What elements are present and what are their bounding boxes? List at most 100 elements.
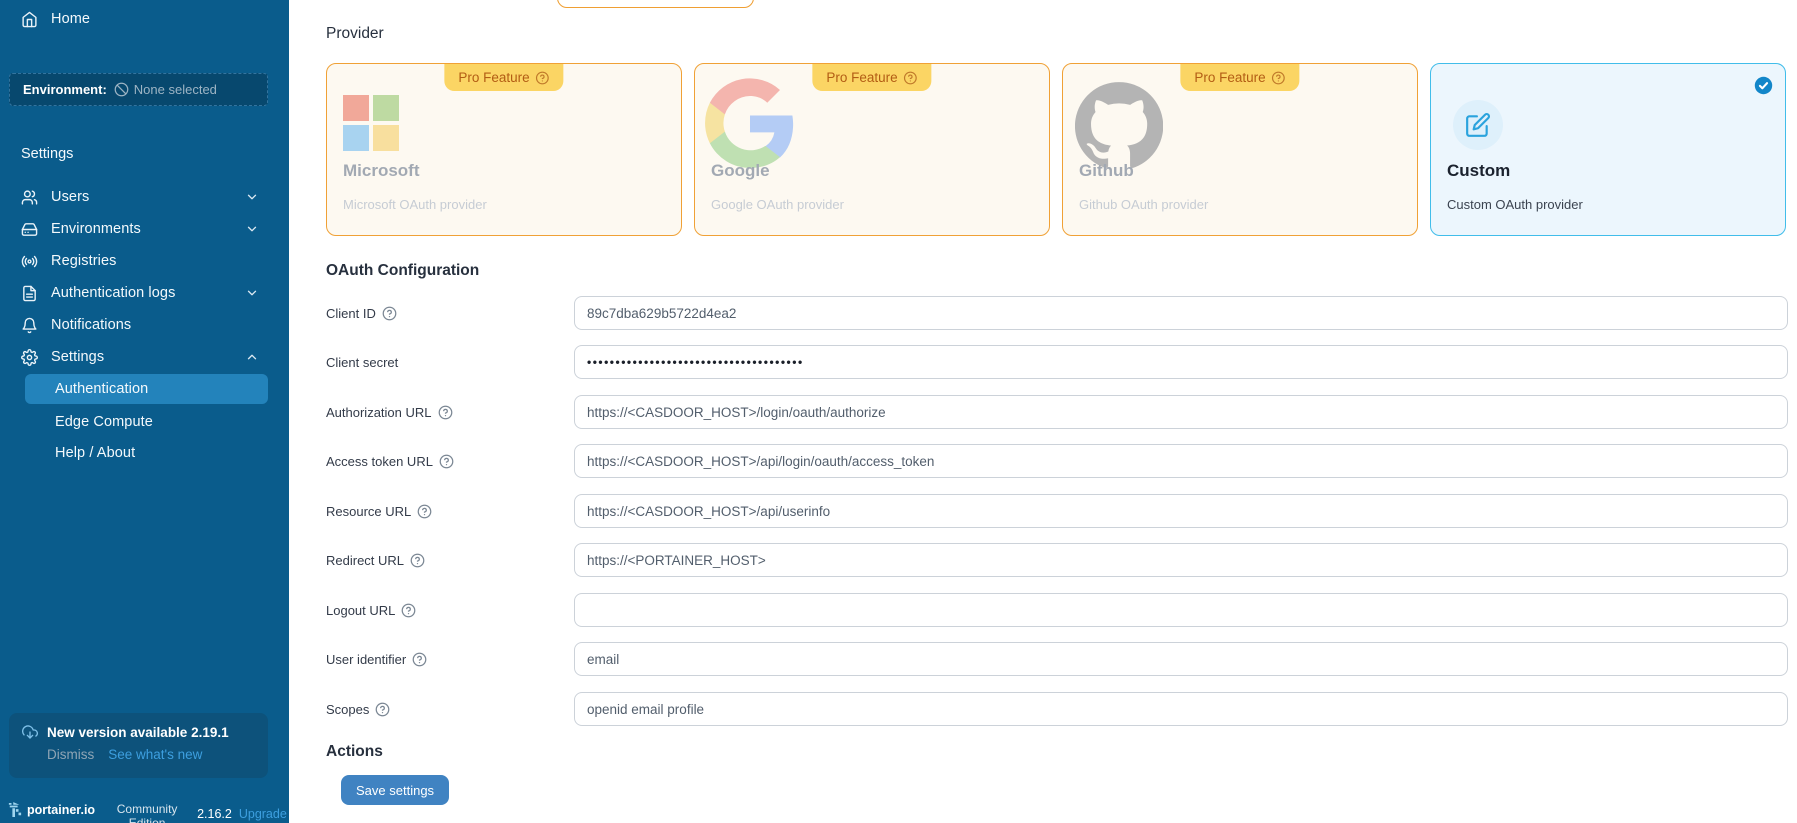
chevron-down-icon bbox=[245, 286, 259, 300]
card-subtitle: Github OAuth provider bbox=[1079, 197, 1208, 212]
microsoft-logo bbox=[343, 95, 399, 151]
main-content: Provider Pro Feature Microsoft Microsoft… bbox=[289, 0, 1797, 823]
sidebar-item-label: Settings bbox=[51, 349, 104, 365]
help-icon[interactable] bbox=[438, 405, 453, 420]
help-icon[interactable] bbox=[536, 71, 550, 85]
version-label: 2.16.2 bbox=[197, 807, 232, 821]
field-label: Access token URL bbox=[326, 454, 433, 469]
card-title: Microsoft bbox=[343, 161, 420, 181]
field-row-client-id: Client ID bbox=[326, 296, 1788, 330]
user-identifier-input[interactable] bbox=[574, 642, 1788, 676]
field-row-logout-url: Logout URL bbox=[326, 593, 1788, 627]
custom-edit-icon bbox=[1453, 100, 1503, 150]
scopes-input[interactable] bbox=[574, 692, 1788, 726]
field-label: Resource URL bbox=[326, 504, 411, 519]
help-icon[interactable] bbox=[375, 702, 390, 717]
oauth-tab-cropped[interactable] bbox=[557, 0, 754, 8]
logout-url-input[interactable] bbox=[574, 593, 1788, 627]
whats-new-link[interactable]: See what's new bbox=[108, 747, 202, 762]
provider-card-google[interactable]: Pro Feature Google Google OAuth provider bbox=[694, 63, 1050, 236]
sidebar-item-registries[interactable]: Registries bbox=[0, 246, 289, 276]
sidebar-subitem-edge-compute[interactable]: Edge Compute bbox=[25, 407, 268, 437]
card-title: Github bbox=[1079, 161, 1134, 181]
sidebar-item-label: Users bbox=[51, 189, 89, 205]
provider-card-microsoft[interactable]: Pro Feature Microsoft Microsoft OAuth pr… bbox=[326, 63, 682, 236]
save-settings-button[interactable]: Save settings bbox=[341, 775, 449, 805]
sidebar-item-users[interactable]: Users bbox=[0, 182, 289, 212]
client-secret-input[interactable] bbox=[574, 345, 1788, 379]
selected-check-icon bbox=[1754, 76, 1773, 95]
users-icon bbox=[21, 189, 38, 206]
sidebar-item-environments[interactable]: Environments bbox=[0, 214, 289, 244]
chevron-up-icon bbox=[245, 350, 259, 364]
field-label: Client ID bbox=[326, 306, 376, 321]
pro-feature-badge: Pro Feature bbox=[1180, 64, 1299, 91]
chevron-down-icon bbox=[245, 222, 259, 236]
access-token-url-input[interactable] bbox=[574, 444, 1788, 478]
help-icon[interactable] bbox=[417, 504, 432, 519]
sidebar-item-label: Authentication logs bbox=[51, 285, 175, 301]
update-message: New version available 2.19.1 bbox=[47, 725, 229, 740]
gear-icon bbox=[21, 349, 38, 366]
card-subtitle: Custom OAuth provider bbox=[1447, 197, 1583, 212]
chevron-down-icon bbox=[245, 190, 259, 204]
environment-label: Environment: bbox=[23, 82, 107, 97]
help-icon[interactable] bbox=[410, 553, 425, 568]
portainer-brand[interactable]: portainer.io bbox=[8, 802, 95, 818]
provider-card-github[interactable]: Pro Feature Github Github OAuth provider bbox=[1062, 63, 1418, 236]
field-row-resource-url: Resource URL bbox=[326, 494, 1788, 528]
authorization-url-input[interactable] bbox=[574, 395, 1788, 429]
field-row-authorization-url: Authorization URL bbox=[326, 395, 1788, 429]
sidebar: Home Environment: None selected Settings… bbox=[0, 0, 289, 823]
portainer-app: Home Environment: None selected Settings… bbox=[0, 0, 1797, 823]
field-label: Scopes bbox=[326, 702, 369, 717]
dismiss-link[interactable]: Dismiss bbox=[47, 747, 94, 762]
field-label: Logout URL bbox=[326, 603, 395, 618]
sidebar-item-label: Notifications bbox=[51, 317, 131, 333]
brand-label: portainer.io bbox=[27, 803, 95, 817]
google-logo bbox=[705, 78, 795, 168]
help-icon[interactable] bbox=[401, 603, 416, 618]
sidebar-subitem-help-about[interactable]: Help / About bbox=[25, 438, 268, 468]
card-subtitle: Google OAuth provider bbox=[711, 197, 844, 212]
help-icon[interactable] bbox=[904, 71, 918, 85]
sidebar-section-settings: Settings bbox=[21, 146, 73, 162]
sidebar-item-authentication-logs[interactable]: Authentication logs bbox=[0, 278, 289, 308]
sidebar-footer: portainer.io Community Edition 2.16.2 Up… bbox=[0, 802, 289, 823]
help-icon[interactable] bbox=[382, 306, 397, 321]
sidebar-item-label: Help / About bbox=[55, 445, 135, 461]
provider-cards: Pro Feature Microsoft Microsoft OAuth pr… bbox=[326, 63, 1786, 236]
hard-drive-icon bbox=[21, 221, 38, 238]
actions-heading: Actions bbox=[326, 743, 383, 761]
field-row-access-token-url: Access token URL bbox=[326, 444, 1788, 478]
sidebar-item-label: Environments bbox=[51, 221, 141, 237]
help-icon[interactable] bbox=[439, 454, 454, 469]
card-subtitle: Microsoft OAuth provider bbox=[343, 197, 487, 212]
client-id-input[interactable] bbox=[574, 296, 1788, 330]
edition-label: Community Edition bbox=[111, 802, 183, 823]
card-title: Custom bbox=[1447, 161, 1510, 181]
pro-feature-badge: Pro Feature bbox=[444, 64, 563, 91]
upgrade-link[interactable]: Upgrade bbox=[239, 807, 287, 821]
resource-url-input[interactable] bbox=[574, 494, 1788, 528]
portainer-logo-icon bbox=[8, 802, 22, 818]
pro-feature-badge: Pro Feature bbox=[812, 64, 931, 91]
github-logo bbox=[1075, 81, 1163, 169]
sidebar-subitem-authentication[interactable]: Authentication bbox=[25, 374, 268, 404]
cloud-download-icon bbox=[22, 724, 38, 740]
provider-card-custom[interactable]: Custom Custom OAuth provider bbox=[1430, 63, 1786, 236]
field-label: Redirect URL bbox=[326, 553, 404, 568]
sidebar-item-settings[interactable]: Settings bbox=[0, 342, 289, 372]
redirect-url-input[interactable] bbox=[574, 543, 1788, 577]
environment-selector: Environment: None selected bbox=[9, 73, 268, 106]
help-icon[interactable] bbox=[1272, 71, 1286, 85]
help-icon[interactable] bbox=[412, 652, 427, 667]
sidebar-item-label: Home bbox=[51, 11, 90, 27]
update-banner: New version available 2.19.1 Dismiss See… bbox=[9, 713, 268, 778]
field-row-scopes: Scopes bbox=[326, 692, 1788, 726]
home-icon bbox=[21, 11, 38, 28]
sidebar-item-notifications[interactable]: Notifications bbox=[0, 310, 289, 340]
provider-heading: Provider bbox=[326, 25, 384, 43]
sidebar-item-label: Authentication bbox=[55, 381, 148, 397]
sidebar-item-home[interactable]: Home bbox=[0, 4, 289, 34]
